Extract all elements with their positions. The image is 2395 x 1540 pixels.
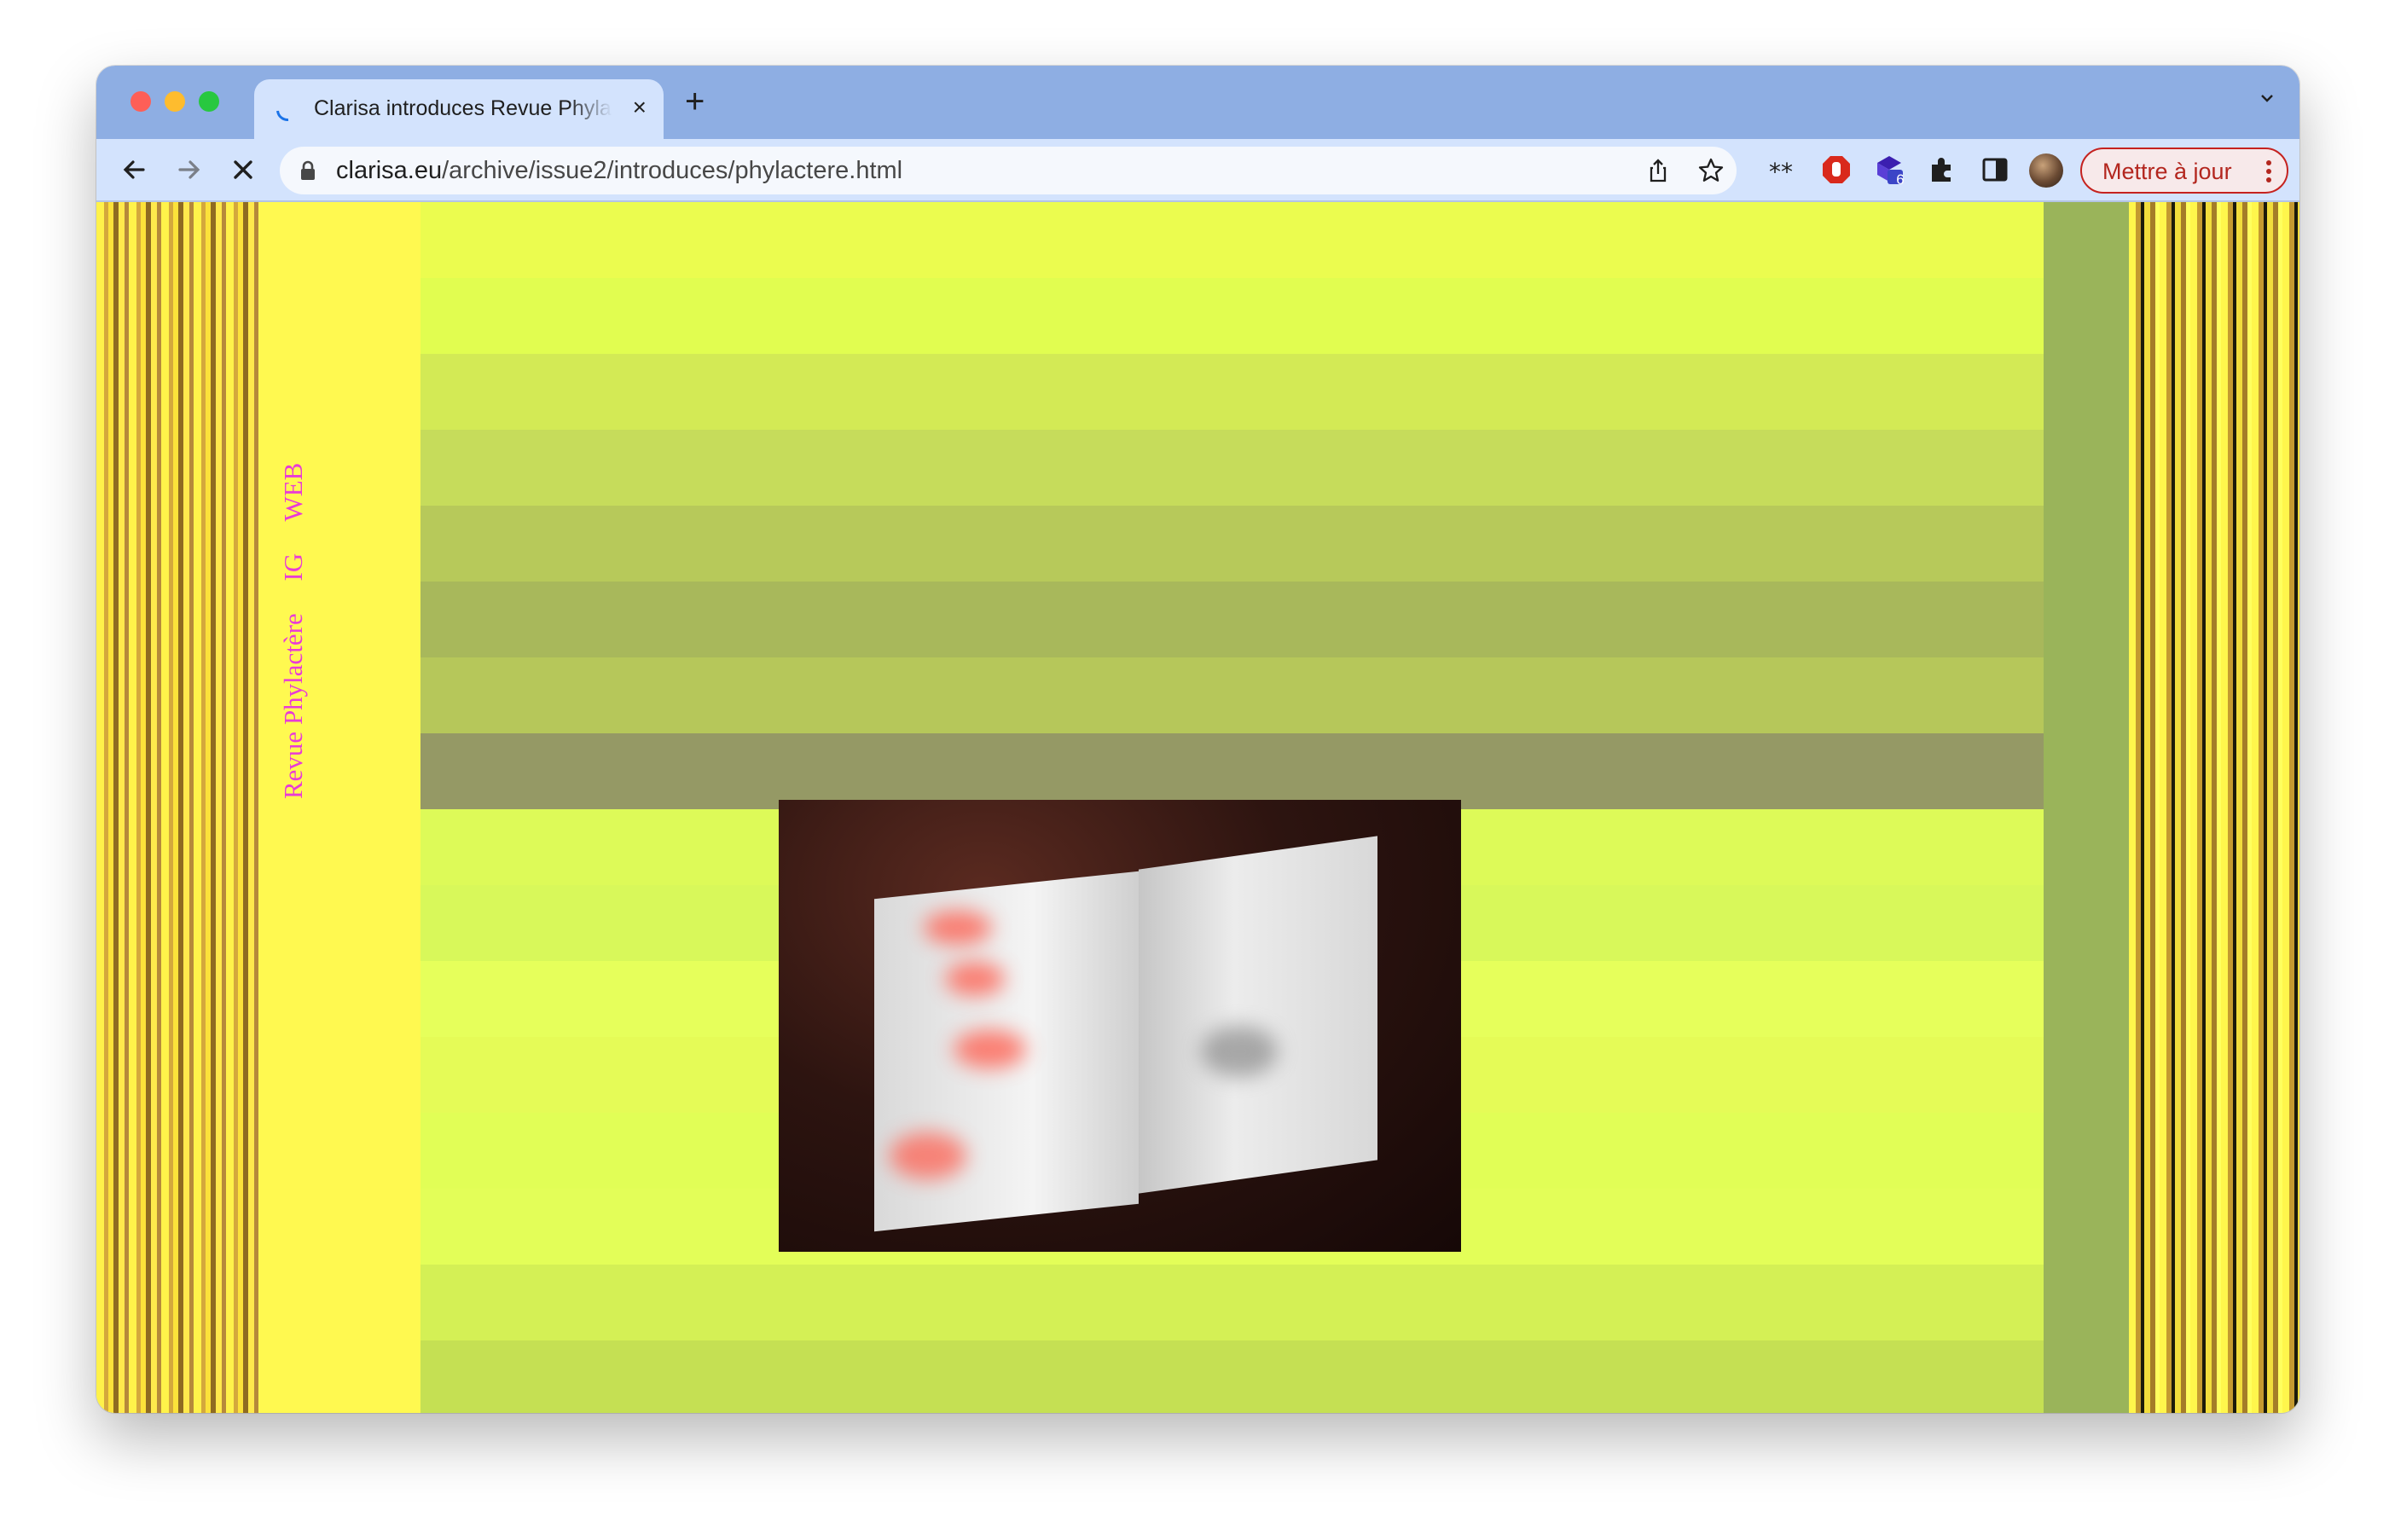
forward-arrow-icon[interactable] xyxy=(171,153,206,187)
right-stripe-decoration xyxy=(2129,202,2299,1413)
background-band xyxy=(420,733,2044,809)
url-text[interactable]: clarisa.eu/archive/issue2/introduces/phy… xyxy=(336,157,902,185)
side-panel-icon[interactable] xyxy=(1980,154,2010,185)
tab-title: Clarisa introduces Revue Phylactère xyxy=(314,96,612,120)
right-olive-band xyxy=(2044,202,2129,1413)
extension-asterisks-icon[interactable]: ** xyxy=(1766,154,1797,185)
left-panel xyxy=(258,202,420,1413)
book-photo xyxy=(779,800,1461,1252)
profile-avatar[interactable] xyxy=(2029,153,2063,188)
update-button-label: Mettre à jour xyxy=(2102,159,2232,184)
page-viewport: Revue Phylactère IG WEB xyxy=(96,202,2299,1413)
close-window-button[interactable] xyxy=(130,91,151,112)
address-bar[interactable]: clarisa.eu/archive/issue2/introduces/phy… xyxy=(280,147,1737,194)
menu-kebab-icon[interactable] xyxy=(2266,159,2271,183)
left-stripe-decoration xyxy=(96,202,258,1413)
background-band xyxy=(420,1265,2044,1340)
background-band xyxy=(420,202,2044,278)
stop-loading-icon[interactable] xyxy=(226,153,260,187)
share-icon[interactable] xyxy=(1644,157,1672,184)
nav-link-web[interactable]: WEB xyxy=(278,463,308,522)
browser-toolbar: clarisa.eu/archive/issue2/introduces/phy… xyxy=(96,139,2299,202)
background-band xyxy=(420,582,2044,657)
zoom-window-button[interactable] xyxy=(199,91,219,112)
background-band xyxy=(420,354,2044,430)
background-band xyxy=(420,506,2044,582)
background-band xyxy=(420,278,2044,354)
tab-search-chevron-icon[interactable] xyxy=(2260,91,2274,105)
extensions-puzzle-icon[interactable] xyxy=(1927,154,1957,185)
red-blur-highlight xyxy=(954,1030,1026,1068)
red-blur-highlight xyxy=(924,911,992,945)
gray-blur-highlight xyxy=(1201,1026,1278,1077)
background-band xyxy=(420,1340,2044,1413)
background-band xyxy=(420,657,2044,733)
url-path: /archive/issue2/introduces/phylactere.ht… xyxy=(442,157,903,184)
url-host: clarisa.eu xyxy=(336,157,443,184)
book-right-page xyxy=(1139,836,1377,1194)
bookmark-star-icon[interactable] xyxy=(1697,157,1725,184)
minimize-window-button[interactable] xyxy=(165,91,185,112)
tab-active[interactable]: Clarisa introduces Revue Phylactère × xyxy=(254,79,664,139)
background-band xyxy=(420,430,2044,506)
back-arrow-icon[interactable] xyxy=(118,153,152,187)
nav-link-ig[interactable]: IG xyxy=(278,553,308,582)
adblock-extension-icon[interactable] xyxy=(1821,154,1852,185)
tab-strip: Clarisa introduces Revue Phylactère × + xyxy=(96,66,2299,139)
loading-spinner-icon xyxy=(271,94,304,126)
new-tab-button[interactable]: + xyxy=(685,84,705,119)
tab-close-icon[interactable]: × xyxy=(633,95,647,120)
browser-window: Clarisa introduces Revue Phylactère × + … xyxy=(96,66,2299,1413)
update-button[interactable]: Mettre à jour xyxy=(2080,148,2288,194)
extension-badge: 6 xyxy=(1896,171,1905,188)
nav-link-revue-phylactere[interactable]: Revue Phylactère xyxy=(278,613,308,799)
red-blur-highlight xyxy=(890,1132,966,1179)
vertical-nav-links: Revue Phylactère IG WEB xyxy=(278,437,309,799)
red-blur-highlight xyxy=(945,962,1005,996)
lock-icon[interactable] xyxy=(299,160,317,181)
svg-text:**: ** xyxy=(1769,158,1793,185)
